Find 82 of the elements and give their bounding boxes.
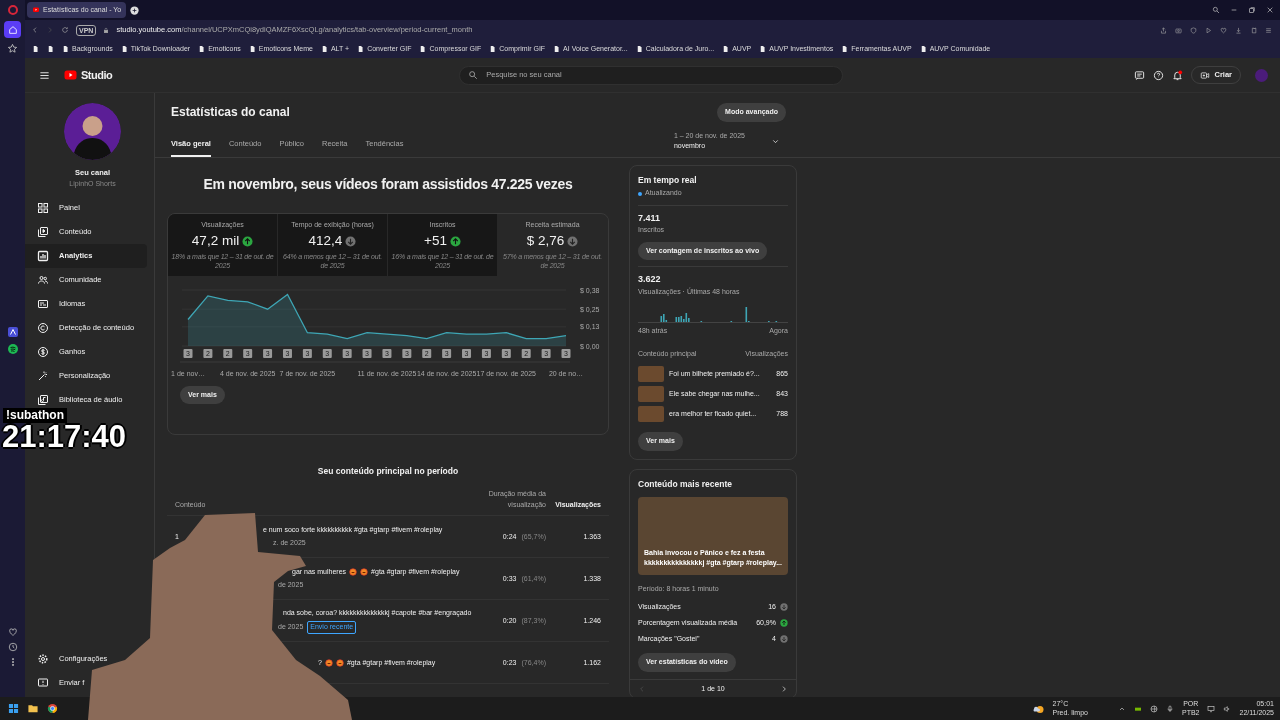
page-icon bbox=[759, 45, 767, 53]
page-icon bbox=[919, 45, 927, 53]
music-app-icon[interactable] bbox=[6, 343, 19, 355]
thumbnail-placeholder[interactable] bbox=[638, 366, 664, 383]
logo-text[interactable]: Studio bbox=[81, 66, 113, 84]
thumbnail-placeholder[interactable] bbox=[638, 386, 664, 403]
microphone-icon[interactable] bbox=[1165, 704, 1174, 713]
star-icon[interactable] bbox=[7, 43, 18, 54]
speaker-icon[interactable] bbox=[1223, 704, 1232, 713]
card-title: Em tempo real bbox=[638, 173, 698, 187]
laughing-face-icon bbox=[324, 658, 333, 667]
bell-icon[interactable] bbox=[1172, 69, 1184, 81]
globe-icon[interactable] bbox=[1149, 704, 1158, 713]
page-icon bbox=[357, 45, 365, 53]
reload-icon[interactable] bbox=[61, 26, 69, 34]
settings-icon bbox=[37, 653, 49, 665]
card-title: Conteúdo mais recente bbox=[638, 477, 733, 491]
subtitles-icon bbox=[37, 297, 49, 310]
page-icon bbox=[635, 45, 643, 53]
page-icon bbox=[489, 45, 497, 53]
browser-logo-icon[interactable] bbox=[6, 4, 19, 16]
subscriber-count: 7.411 bbox=[638, 211, 662, 225]
browser-icon[interactable] bbox=[47, 703, 58, 714]
metric-value: 47,2 mil bbox=[191, 232, 240, 250]
laughing-face-icon bbox=[335, 658, 344, 667]
page-icon bbox=[841, 45, 849, 53]
download-icon[interactable] bbox=[1235, 26, 1242, 34]
section-title: Seu conteúdo principal no período bbox=[316, 464, 460, 478]
copyright-icon bbox=[37, 321, 49, 334]
metric-value: 412,4 bbox=[308, 232, 343, 250]
heart-icon[interactable] bbox=[7, 627, 18, 637]
back-icon[interactable] bbox=[31, 26, 39, 34]
lock-icon bbox=[103, 26, 110, 34]
laughing-face-icon bbox=[360, 568, 369, 576]
shield-icon[interactable] bbox=[1190, 26, 1197, 34]
app-icon[interactable] bbox=[6, 326, 19, 338]
monitor-icon[interactable] bbox=[1207, 704, 1216, 713]
folder-icon[interactable] bbox=[27, 703, 39, 714]
thumbnail-placeholder[interactable] bbox=[638, 406, 664, 423]
page-icon bbox=[722, 45, 730, 53]
search-icon bbox=[468, 70, 479, 80]
play-icon[interactable] bbox=[1205, 26, 1212, 34]
dashboard-icon bbox=[37, 201, 49, 214]
bar-chart-icon bbox=[37, 249, 49, 262]
video-camera-icon bbox=[1200, 70, 1211, 80]
heart-icon[interactable] bbox=[1220, 26, 1227, 34]
view-total: 3.622 bbox=[638, 273, 662, 287]
menu-icon[interactable] bbox=[39, 69, 50, 81]
camera-icon[interactable] bbox=[1175, 26, 1182, 34]
feedback-icon bbox=[37, 677, 49, 689]
channel-avatar[interactable] bbox=[64, 103, 121, 160]
headline: Em novembro, seus vídeos foram assistidos 47.225 vezes bbox=[202, 174, 574, 194]
magic-wand-icon bbox=[37, 369, 49, 382]
page-icon bbox=[198, 45, 206, 53]
play-logo-icon[interactable] bbox=[62, 69, 79, 81]
clock-icon[interactable] bbox=[7, 642, 18, 652]
video-library-icon bbox=[37, 225, 49, 238]
music-library-icon bbox=[37, 393, 49, 406]
status-dot-icon bbox=[638, 191, 642, 196]
windows-logo-icon[interactable] bbox=[8, 703, 19, 714]
help-icon[interactable] bbox=[1153, 69, 1165, 81]
site-logo-icon bbox=[32, 7, 40, 13]
metric-value: +51 bbox=[424, 232, 447, 250]
metric-value: $ 2,76 bbox=[526, 232, 565, 250]
chevron-right-icon[interactable] bbox=[780, 684, 788, 693]
new-tab-icon[interactable] bbox=[130, 5, 140, 15]
page-icon bbox=[320, 45, 328, 53]
search-icon[interactable] bbox=[1212, 6, 1220, 14]
page-icon bbox=[419, 45, 427, 53]
share-icon[interactable] bbox=[1160, 26, 1167, 34]
restore-icon[interactable] bbox=[1248, 6, 1256, 14]
home-icon[interactable] bbox=[7, 24, 18, 35]
page-icon bbox=[553, 45, 561, 53]
stream-tag: !subathon bbox=[3, 408, 67, 423]
chat-icon[interactable] bbox=[1134, 69, 1146, 81]
page-icon bbox=[248, 45, 256, 53]
close-icon[interactable] bbox=[1266, 6, 1274, 14]
page-icon bbox=[120, 45, 128, 53]
laughing-face-icon bbox=[349, 568, 358, 576]
dollar-icon bbox=[37, 345, 49, 358]
page-title: Estatísticas do canal bbox=[171, 104, 290, 122]
people-icon bbox=[37, 273, 49, 286]
